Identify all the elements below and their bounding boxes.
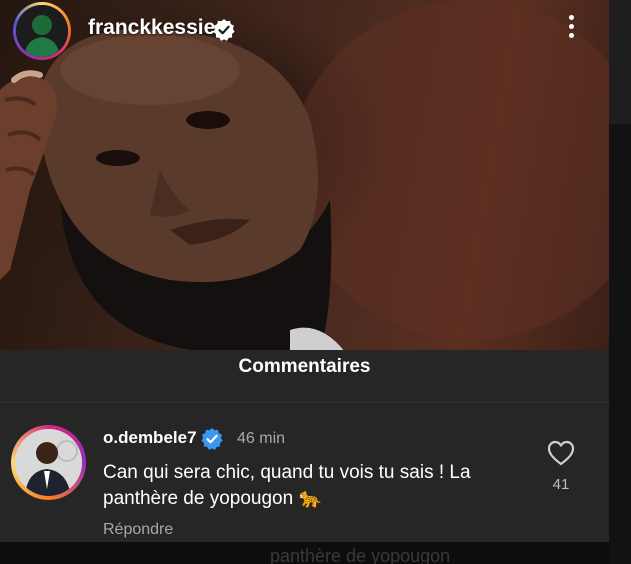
background-peek: panthère de yopougon: [0, 542, 609, 564]
comments-header: Commentaires: [0, 350, 609, 403]
more-vertical-icon[interactable]: [562, 12, 580, 44]
comment-text: Can qui sera chic, quand tu vois tu sais…: [103, 462, 471, 509]
reply-button[interactable]: Répondre: [103, 521, 173, 539]
comment-item: o.dembele7 46 min Can qui sera chic, qua…: [0, 403, 609, 542]
post-header: franckkessie: [0, 0, 609, 60]
commenter-avatar-image: [15, 429, 82, 496]
post-username[interactable]: franckkessie: [88, 16, 215, 40]
commenter-avatar[interactable]: [11, 425, 86, 500]
profile-avatar[interactable]: [13, 2, 71, 60]
background-edge: [609, 0, 631, 564]
verified-badge-icon: [213, 19, 235, 41]
avatar-image: [16, 5, 68, 57]
like-count: 41: [552, 476, 570, 493]
verified-badge-icon: [201, 428, 223, 450]
comment-timestamp: 46 min: [237, 430, 286, 447]
heart-outline-icon[interactable]: [547, 440, 575, 466]
post-image[interactable]: franckkessie: [0, 0, 609, 352]
background-peek-text: panthère de yopougon: [270, 546, 451, 564]
commenter-username[interactable]: o.dembele7: [103, 428, 197, 448]
comments-title: Commentaires: [238, 356, 371, 377]
